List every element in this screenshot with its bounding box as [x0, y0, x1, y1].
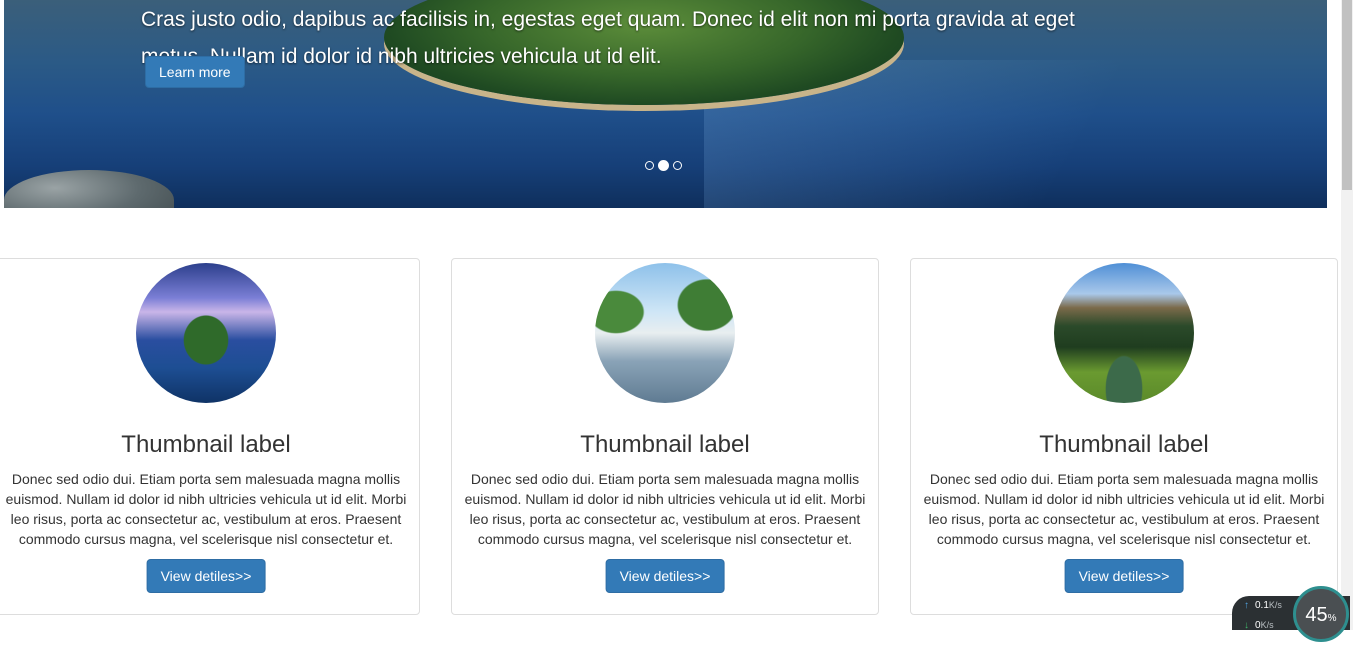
upload-speed: ↑ 0.1K/s: [1244, 600, 1282, 611]
thumbnail-text: Donec sed odio dui. Etiam porta sem male…: [923, 471, 1325, 547]
gauge-value: 45: [1305, 604, 1328, 626]
view-details-button[interactable]: View detiles>>: [146, 559, 266, 593]
learn-more-button[interactable]: Learn more: [145, 56, 245, 88]
view-details-button[interactable]: View detiles>>: [605, 559, 725, 593]
download-arrow-icon: ↓: [1244, 620, 1249, 631]
carousel-indicator-2[interactable]: [658, 160, 669, 171]
carousel-indicators: [645, 160, 682, 171]
thumbnail-card-1: Thumbnail label Donec sed odio dui. Etia…: [0, 258, 420, 615]
page-scrollbar[interactable]: [1341, 0, 1353, 630]
download-unit: K/s: [1260, 620, 1274, 630]
thumbnail-text: Donec sed odio dui. Etiam porta sem male…: [5, 471, 407, 547]
carousel-image-shore: [4, 170, 174, 208]
view-details-button[interactable]: View detiles>>: [1064, 559, 1184, 593]
carousel-indicator-3[interactable]: [673, 161, 682, 170]
carousel-caption: Cras justo odio, dapibus ac facilisis in…: [141, 8, 1075, 68]
memory-gauge[interactable]: 45%: [1293, 586, 1349, 642]
carousel: Cras justo odio, dapibus ac facilisis in…: [4, 0, 1327, 208]
thumbnail-image-canal: [595, 263, 735, 403]
carousel-indicator-1[interactable]: [645, 161, 654, 170]
upload-unit: K/s: [1268, 600, 1282, 610]
thumbnail-image-island: [136, 263, 276, 403]
thumbnail-card-3: Thumbnail label Donec sed odio dui. Etia…: [910, 258, 1338, 615]
upload-value: 0.1: [1255, 600, 1269, 611]
thumbnail-title: Thumbnail label: [580, 431, 750, 458]
thumbnail-image-mountain: [1054, 263, 1194, 403]
upload-arrow-icon: ↑: [1244, 600, 1249, 611]
gauge-unit: %: [1327, 613, 1337, 624]
thumbnail-text: Donec sed odio dui. Etiam porta sem male…: [464, 471, 866, 547]
thumbnail-title: Thumbnail label: [1039, 431, 1209, 458]
thumbnail-card-2: Thumbnail label Donec sed odio dui. Etia…: [451, 258, 879, 615]
scrollbar-thumb[interactable]: [1342, 0, 1352, 190]
download-speed: ↓ 0K/s: [1244, 620, 1274, 631]
thumbnail-title: Thumbnail label: [121, 431, 291, 458]
